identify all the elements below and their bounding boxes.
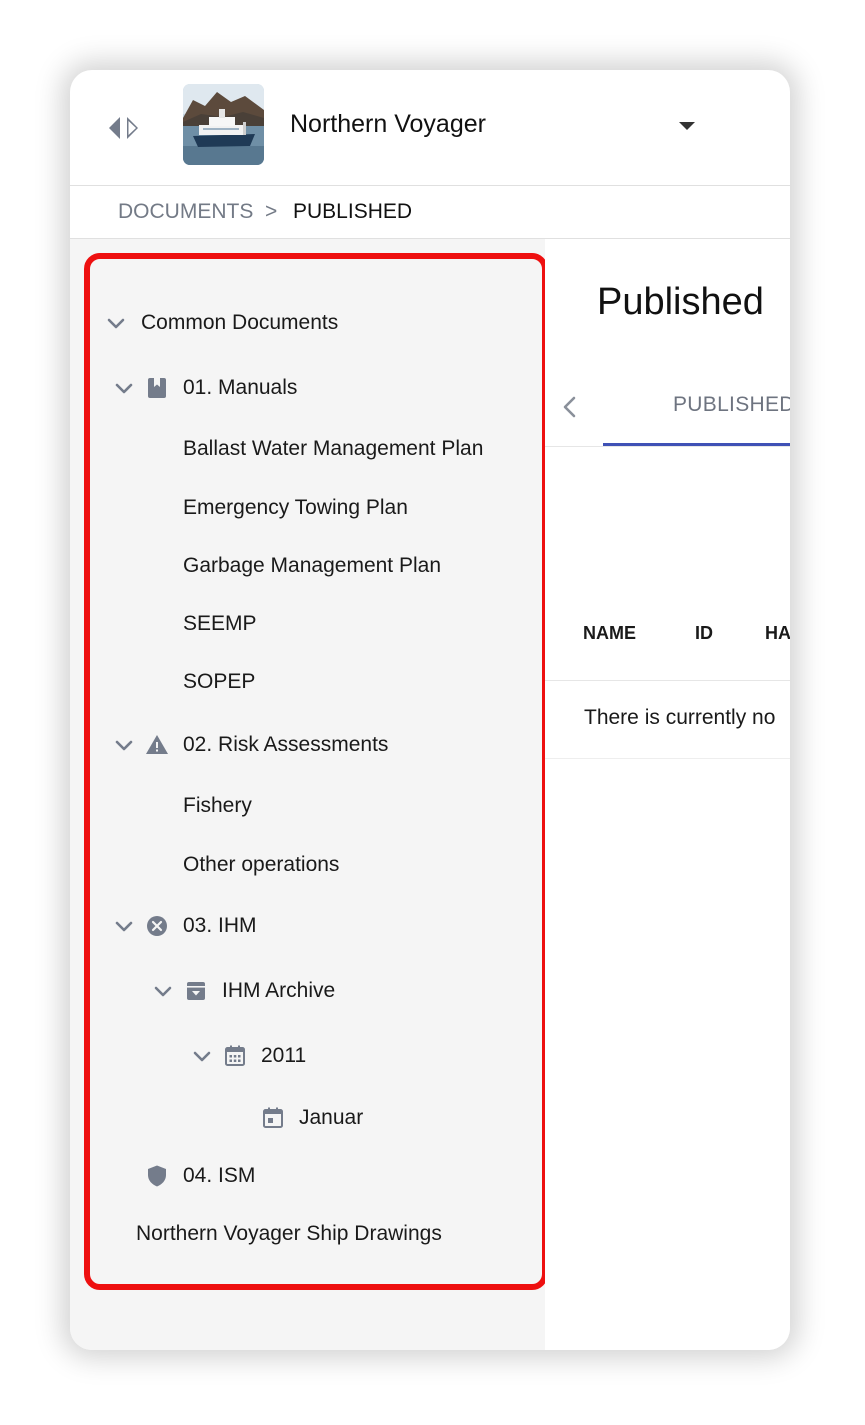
tree-node-ihm-archive[interactable]: IHM Archive bbox=[152, 971, 335, 1011]
warning-triangle-icon bbox=[146, 735, 168, 754]
app-window: Northern Voyager DOCUMENTS > PUBLISHED C… bbox=[70, 70, 790, 1350]
document-tree-sidebar: Common Documents 01. Manuals Ballast Wat… bbox=[70, 239, 548, 1350]
shield-icon bbox=[148, 1165, 166, 1187]
column-header-ha[interactable]: HA bbox=[765, 623, 790, 644]
tree-leaf-manual[interactable]: Ballast Water Management Plan bbox=[183, 429, 483, 469]
main-content: Published PUBLISHED NAME ID HA There is … bbox=[545, 239, 790, 1350]
tab-published[interactable]: PUBLISHED bbox=[673, 393, 790, 417]
ship-photo-icon bbox=[183, 84, 264, 165]
tree-node-label: 2011 bbox=[261, 1044, 307, 1067]
chevron-down-icon[interactable] bbox=[105, 312, 127, 334]
chevron-down-icon[interactable] bbox=[113, 915, 135, 937]
tree-leaf-manual[interactable]: Emergency Towing Plan bbox=[183, 488, 408, 528]
tree-node-common-documents[interactable]: Common Documents bbox=[105, 303, 338, 343]
column-header-name[interactable]: NAME bbox=[583, 623, 636, 644]
tree-node-label: 01. Manuals bbox=[183, 376, 298, 399]
tree-leaf-month[interactable]: Januar bbox=[261, 1098, 363, 1138]
tree-leaf-label: Garbage Management Plan bbox=[183, 554, 441, 577]
app-header: Northern Voyager bbox=[70, 70, 790, 186]
tree-node-manuals[interactable]: 01. Manuals bbox=[113, 368, 297, 408]
vessel-name[interactable]: Northern Voyager bbox=[290, 110, 486, 139]
tree-leaf-label: Emergency Towing Plan bbox=[183, 496, 408, 519]
tree-leaf-label: Fishery bbox=[183, 794, 252, 817]
active-tab-indicator bbox=[603, 443, 790, 446]
chevron-down-icon[interactable] bbox=[191, 1045, 213, 1067]
tree-node-risk-assessments[interactable]: 02. Risk Assessments bbox=[113, 725, 388, 765]
tabs-bar: PUBLISHED bbox=[545, 369, 790, 447]
tree-node-ihm[interactable]: 03. IHM bbox=[113, 906, 257, 946]
tree-leaf-label: SEEMP bbox=[183, 612, 257, 635]
tree-node-label: Northern Voyager Ship Drawings bbox=[136, 1222, 442, 1245]
tree-node-ship-drawings[interactable]: Northern Voyager Ship Drawings bbox=[136, 1214, 442, 1254]
tree-leaf-risk[interactable]: Other operations bbox=[183, 845, 339, 885]
cancel-circle-icon bbox=[147, 916, 167, 936]
collapse-panel-icon[interactable] bbox=[106, 113, 142, 143]
tree-leaf-manual[interactable]: SEEMP bbox=[183, 604, 257, 644]
table-empty-row: There is currently no bbox=[545, 681, 790, 759]
tree-leaf-label: Januar bbox=[299, 1106, 364, 1129]
tree-leaf-label: SOPEP bbox=[183, 670, 256, 693]
empty-state-message: There is currently no bbox=[584, 706, 776, 729]
table-header: NAME ID HA bbox=[545, 589, 790, 681]
tree-leaf-label: Ballast Water Management Plan bbox=[183, 437, 484, 460]
vessel-thumbnail bbox=[183, 84, 264, 165]
chevron-down-icon[interactable] bbox=[113, 377, 135, 399]
chevron-left-icon[interactable] bbox=[558, 392, 582, 422]
tree-leaf-risk[interactable]: Fishery bbox=[183, 786, 252, 826]
book-icon bbox=[148, 378, 166, 398]
chevron-down-icon[interactable] bbox=[152, 980, 174, 1002]
calendar-month-icon bbox=[225, 1045, 245, 1066]
tree-leaf-label: Other operations bbox=[183, 853, 340, 876]
tree-node-label: 02. Risk Assessments bbox=[183, 733, 389, 756]
column-header-id[interactable]: ID bbox=[695, 623, 713, 644]
breadcrumb-separator: > bbox=[265, 200, 278, 223]
tree-node-label: 04. ISM bbox=[183, 1164, 256, 1187]
tree-node-label: 03. IHM bbox=[183, 914, 257, 937]
tree-leaf-manual[interactable]: SOPEP bbox=[183, 662, 255, 702]
caret-down-icon[interactable] bbox=[674, 116, 700, 136]
tree-node-label: Common Documents bbox=[141, 311, 339, 334]
breadcrumb-current: PUBLISHED bbox=[293, 200, 413, 223]
tree-node-ism[interactable]: 04. ISM bbox=[145, 1156, 255, 1196]
breadcrumb: DOCUMENTS > PUBLISHED bbox=[70, 186, 790, 239]
tree-node-year[interactable]: 2011 bbox=[191, 1036, 306, 1076]
archive-box-icon bbox=[187, 982, 205, 1000]
breadcrumb-documents[interactable]: DOCUMENTS bbox=[118, 200, 253, 224]
calendar-day-icon bbox=[263, 1107, 283, 1128]
tree-leaf-manual[interactable]: Garbage Management Plan bbox=[183, 546, 441, 586]
page-title: Published bbox=[597, 281, 764, 323]
tree-node-label: IHM Archive bbox=[222, 979, 336, 1002]
chevron-down-icon[interactable] bbox=[113, 734, 135, 756]
